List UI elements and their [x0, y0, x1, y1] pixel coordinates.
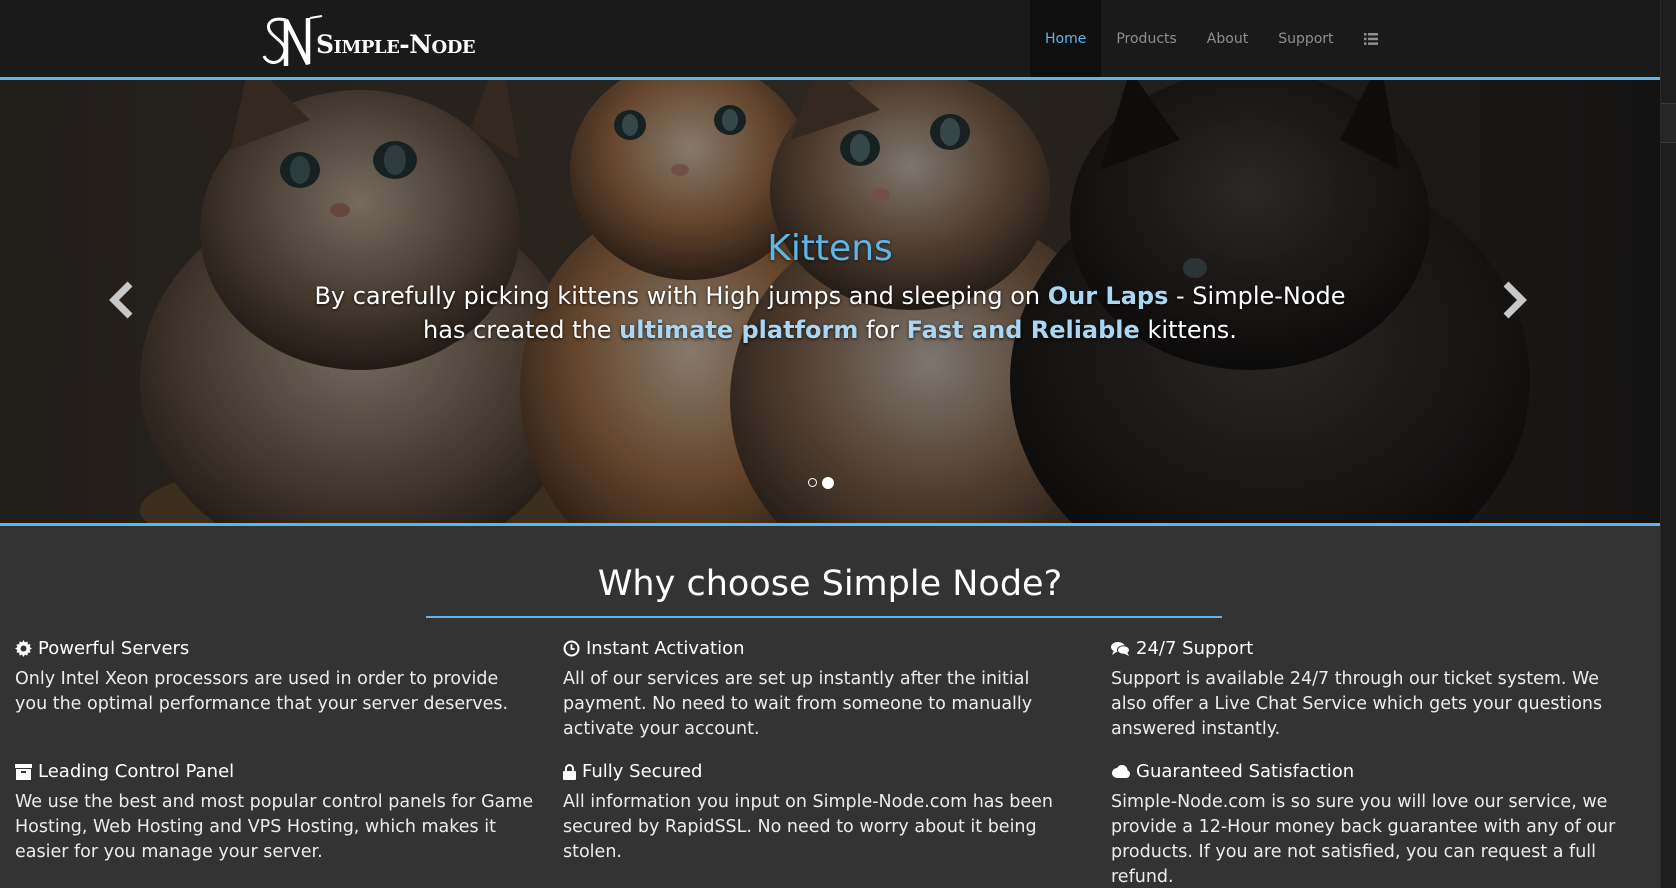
gear-icon: [15, 640, 32, 657]
feature-text: All information you input on Simple-Node…: [563, 792, 1053, 862]
feature-title: Instant Activation: [586, 638, 745, 659]
feature-instant-activation: Instant Activation All of our services a…: [563, 638, 1083, 742]
nav-support[interactable]: Support: [1263, 0, 1348, 77]
feature-title: Guaranteed Satisfaction: [1136, 761, 1355, 782]
carousel-indicator-2[interactable]: [822, 477, 834, 489]
clock-icon: [563, 640, 580, 657]
cloud-icon: [1112, 764, 1130, 778]
feature-leading-control-panel: Leading Control Panel We use the best an…: [15, 761, 535, 865]
feature-powerful-servers: Powerful Servers Only Intel Xeon process…: [15, 638, 535, 717]
chevron-right-icon: [1503, 281, 1527, 319]
lock-icon: [563, 763, 576, 780]
navbar: Simple-Node Home Products About Support: [0, 0, 1660, 80]
carousel-text: By carefully picking kittens with High j…: [314, 282, 1346, 344]
feature-text: We use the best and most popular control…: [15, 792, 534, 862]
feature-24-7-support: 24/7 Support Support is available 24/7 t…: [1111, 638, 1631, 742]
logo-mark-icon: [260, 14, 324, 68]
carousel-caption: Kittens By carefully picking kittens wit…: [310, 228, 1350, 347]
list-icon: [1363, 32, 1378, 45]
carousel-indicator-1[interactable]: [808, 478, 817, 487]
section-divider: [426, 616, 1222, 618]
nav-about[interactable]: About: [1192, 0, 1263, 77]
carousel-prev-button[interactable]: [104, 280, 144, 320]
feature-text: All of our services are set up instantly…: [563, 669, 1033, 739]
hero-carousel: Kittens By carefully picking kittens wit…: [0, 80, 1660, 526]
feature-title: Powerful Servers: [38, 638, 190, 659]
nav-products[interactable]: Products: [1101, 0, 1191, 77]
feature-title: Leading Control Panel: [38, 761, 235, 782]
nav-menu-button[interactable]: [1349, 0, 1393, 77]
brand-logo[interactable]: Simple-Node: [260, 14, 476, 68]
carousel-next-button[interactable]: [1492, 280, 1532, 320]
carousel-indicators: [808, 477, 834, 489]
feature-guaranteed-satisfaction: Guaranteed Satisfaction Simple-Node.com …: [1111, 761, 1631, 888]
carousel-title: Kittens: [767, 228, 893, 269]
feature-title: 24/7 Support: [1136, 638, 1254, 659]
feature-text: Simple-Node.com is so sure you will love…: [1111, 792, 1616, 887]
feature-text: Support is available 24/7 through our ti…: [1111, 669, 1603, 739]
page-scrollbar[interactable]: [1660, 0, 1676, 888]
brand-name: Simple-Node: [316, 29, 476, 59]
nav-home[interactable]: Home: [1030, 0, 1102, 77]
archive-icon: [15, 763, 32, 780]
chevron-left-icon: [109, 281, 133, 319]
feature-title: Fully Secured: [582, 761, 703, 782]
section-title: Why choose Simple Node?: [597, 564, 1063, 604]
feature-text: Only Intel Xeon processors are used in o…: [15, 669, 509, 714]
chat-icon: [1111, 641, 1130, 656]
main-nav: Home Products About Support: [1030, 0, 1393, 80]
feature-fully-secured: Fully Secured All information you input …: [563, 761, 1083, 865]
page: Simple-Node Home Products About Support: [0, 0, 1660, 888]
